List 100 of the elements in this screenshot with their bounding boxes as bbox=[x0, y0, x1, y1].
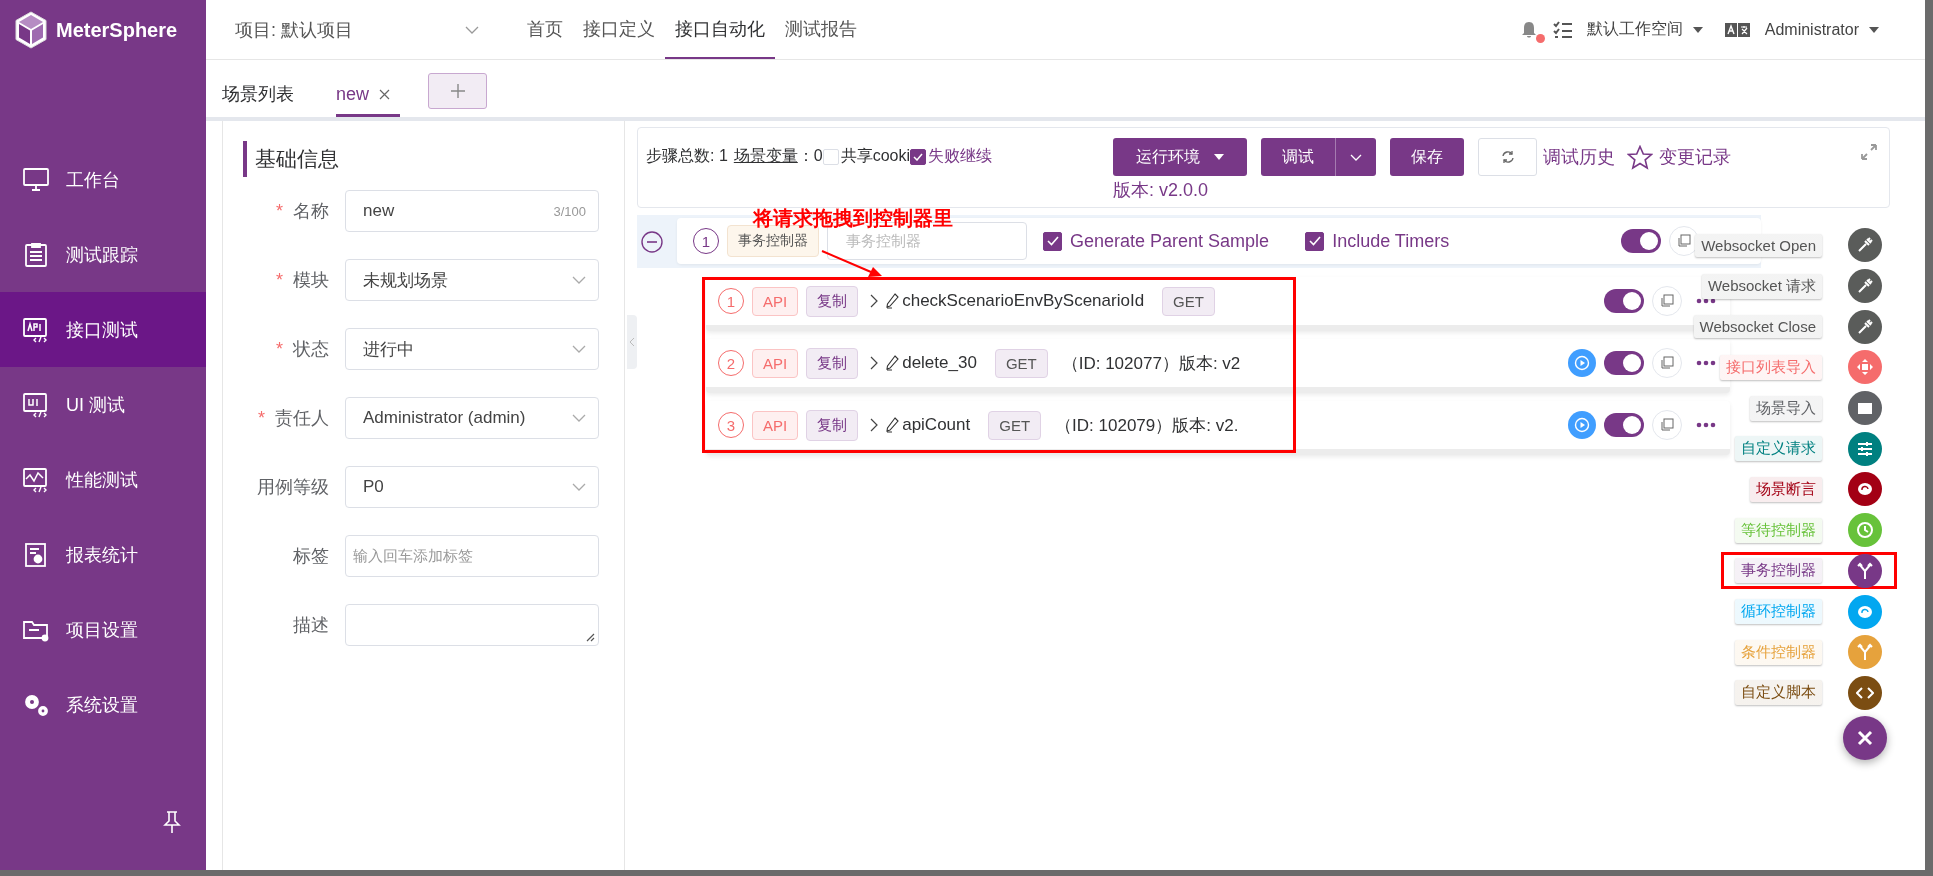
method-tag: GET bbox=[994, 348, 1048, 378]
run-button[interactable] bbox=[1568, 349, 1596, 377]
sidebar-item[interactable]: 报表统计 bbox=[0, 517, 206, 592]
section-title: 基础信息 bbox=[243, 141, 624, 177]
nav-tab[interactable]: 测试报告 bbox=[775, 0, 867, 59]
user-menu[interactable]: Administrator bbox=[1764, 20, 1879, 39]
select-field[interactable]: P0 bbox=[345, 466, 599, 508]
collapse-icon[interactable] bbox=[641, 230, 663, 253]
menu-action-button[interactable] bbox=[1848, 309, 1882, 344]
copy-tag: 复制 bbox=[806, 347, 859, 379]
fork-icon bbox=[1856, 643, 1874, 662]
sidebar-item[interactable]: 测试跟踪 bbox=[0, 217, 206, 292]
menu-action-button[interactable] bbox=[1848, 472, 1882, 507]
close-icon[interactable] bbox=[379, 88, 391, 100]
checkbox[interactable] bbox=[910, 148, 927, 165]
changes-link[interactable]: 变更记录 bbox=[1659, 145, 1731, 169]
menu-action-button[interactable] bbox=[1848, 675, 1882, 710]
sidebar-item[interactable]: 工作台 bbox=[0, 142, 206, 217]
play-icon bbox=[1574, 417, 1590, 433]
checkbox-label: 共享cooki bbox=[840, 146, 911, 166]
text-field[interactable]: new 3/100 bbox=[345, 190, 599, 232]
pencil-icon[interactable] bbox=[886, 293, 901, 309]
pin-icon[interactable] bbox=[163, 810, 181, 834]
sidebar-item[interactable]: 项目设置 bbox=[0, 592, 206, 667]
collapse-handle[interactable] bbox=[627, 315, 637, 369]
menu-label[interactable]: 自定义请求 bbox=[1735, 436, 1822, 462]
chevron-right-icon[interactable] bbox=[870, 294, 879, 308]
toggle-switch[interactable] bbox=[1604, 413, 1644, 437]
type-tag: API bbox=[752, 286, 799, 316]
caret-icon bbox=[1214, 154, 1224, 160]
check-icon bbox=[913, 152, 924, 161]
save-button[interactable]: 保存 bbox=[1390, 138, 1464, 176]
checkbox[interactable] bbox=[1043, 231, 1062, 251]
more-icon[interactable] bbox=[1696, 298, 1716, 304]
toggle-switch[interactable] bbox=[1604, 351, 1644, 375]
workspace-select[interactable]: 默认工作空间 bbox=[1586, 19, 1703, 40]
menu-label[interactable]: 场景断言 bbox=[1750, 476, 1822, 502]
field-label: 描述 bbox=[293, 615, 329, 635]
copy-tag: 复制 bbox=[806, 285, 859, 317]
chevron-right-icon[interactable] bbox=[870, 418, 879, 432]
menu-label[interactable]: 事务控制器 bbox=[1735, 558, 1822, 584]
checklist-icon bbox=[1552, 20, 1573, 39]
clock-icon bbox=[1856, 521, 1874, 540]
toggle-switch[interactable] bbox=[1621, 229, 1661, 253]
select-field[interactable]: 进行中 bbox=[345, 328, 599, 370]
variables-link[interactable]: 场景变量 bbox=[733, 146, 798, 167]
step-name: delete_30 bbox=[902, 353, 977, 373]
textarea-field[interactable] bbox=[345, 604, 599, 646]
close-button[interactable] bbox=[1843, 716, 1887, 761]
copy-icon bbox=[1660, 418, 1674, 432]
chevron-right-icon[interactable] bbox=[870, 356, 879, 370]
menu-label[interactable]: 自定义脚本 bbox=[1735, 680, 1822, 706]
tab[interactable]: new bbox=[336, 74, 401, 117]
field-label: 名称 bbox=[293, 201, 329, 221]
required-mark: * bbox=[275, 201, 283, 221]
nav-tab[interactable]: 接口定义 bbox=[573, 0, 665, 59]
chevron-down-icon bbox=[572, 483, 586, 491]
refresh-icon bbox=[1500, 150, 1515, 164]
resize-grip-icon[interactable] bbox=[585, 632, 595, 642]
project-select[interactable]: 项目: 默认项目 bbox=[235, 17, 499, 42]
menu-action-button[interactable] bbox=[1848, 431, 1882, 466]
pencil-icon[interactable] bbox=[886, 417, 901, 433]
refresh-button[interactable] bbox=[1478, 138, 1537, 176]
type-tag: API bbox=[752, 410, 799, 440]
menu-action-button[interactable] bbox=[1848, 228, 1882, 263]
copy-icon bbox=[1660, 294, 1674, 308]
more-icon[interactable] bbox=[1696, 422, 1716, 428]
star-icon[interactable] bbox=[1627, 144, 1653, 170]
field-label: 用例等级 bbox=[257, 477, 329, 497]
clipboard-icon bbox=[22, 241, 50, 268]
method-tag: GET bbox=[988, 410, 1042, 440]
menu-action-button[interactable] bbox=[1848, 553, 1882, 588]
chevron-down-icon bbox=[465, 25, 479, 34]
nav-tab[interactable]: 接口自动化 bbox=[665, 0, 775, 59]
menu-label[interactable]: 场景导入 bbox=[1750, 395, 1822, 421]
sidebar-item[interactable]: 接口测试 bbox=[0, 292, 206, 367]
field-label: 状态 bbox=[293, 339, 329, 359]
run-button[interactable] bbox=[1568, 411, 1596, 439]
language-icon[interactable] bbox=[1724, 21, 1751, 38]
menu-action-button[interactable] bbox=[1848, 269, 1882, 304]
menu-label[interactable]: Websocket Open bbox=[1695, 233, 1822, 257]
more-icon[interactable] bbox=[1696, 360, 1716, 366]
sidebar-item[interactable]: UI 测试 bbox=[0, 367, 206, 442]
select-field[interactable]: Administrator (admin) bbox=[345, 397, 599, 439]
tab[interactable]: 场景列表 bbox=[222, 74, 304, 117]
checkbox[interactable] bbox=[1305, 231, 1325, 251]
menu-label[interactable]: Websocket 请求 bbox=[1701, 273, 1822, 299]
menu-action-button[interactable] bbox=[1848, 391, 1882, 426]
menu-label[interactable]: Websocket Close bbox=[1693, 315, 1822, 339]
history-link[interactable]: 调试历史 bbox=[1543, 145, 1615, 169]
nav-tab[interactable]: 首页 bbox=[517, 0, 573, 59]
sidebar-item[interactable]: 性能测试 bbox=[0, 442, 206, 517]
select-field[interactable]: 未规划场景 bbox=[345, 259, 599, 301]
debug-button[interactable]: 调试 bbox=[1261, 138, 1336, 176]
toggle-switch[interactable] bbox=[1604, 289, 1644, 313]
expand-icon[interactable] bbox=[1861, 144, 1877, 160]
sidebar-item[interactable]: 系统设置 bbox=[0, 667, 206, 742]
fork-icon bbox=[1856, 561, 1874, 580]
environment-button[interactable]: 运行环境 bbox=[1113, 138, 1247, 176]
pencil-icon[interactable] bbox=[886, 355, 901, 371]
